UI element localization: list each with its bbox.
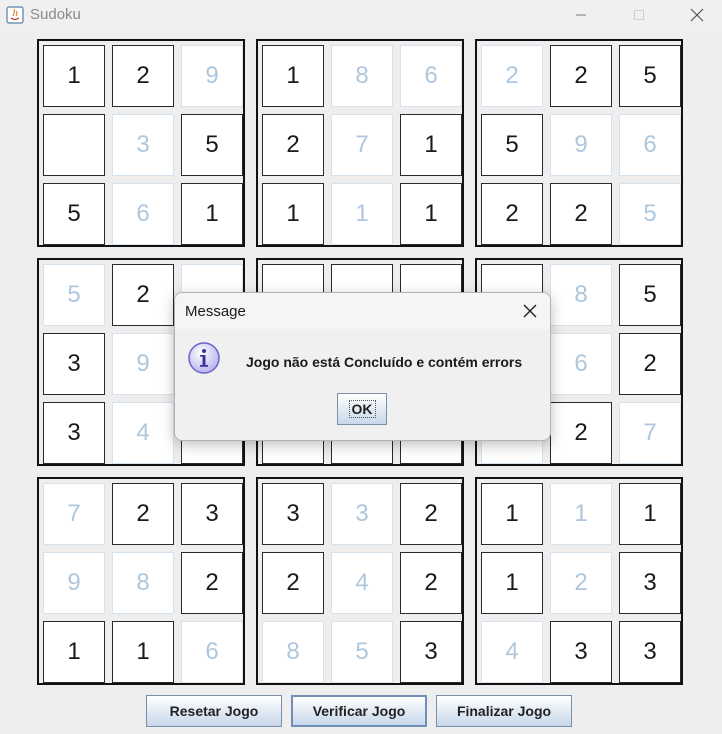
sudoku-cell[interactable]: 6 [112,183,174,245]
sudoku-cell[interactable]: 6 [619,114,681,176]
maximize-button[interactable] [616,0,662,30]
close-icon [690,8,704,22]
dialog-message: Jogo não está Concluído e contém errors [246,354,523,370]
action-bar: Resetar Jogo Verificar Jogo Finalizar Jo… [0,695,722,729]
sudoku-cell[interactable]: 5 [619,45,681,107]
sudoku-cell[interactable]: 2 [262,552,324,614]
sudoku-cell[interactable]: 1 [481,552,543,614]
sudoku-cell[interactable]: 5 [619,183,681,245]
sudoku-cell[interactable]: 2 [400,483,462,545]
sudoku-cell[interactable]: 3 [619,552,681,614]
sudoku-cell[interactable]: 7 [43,483,105,545]
sudoku-cell[interactable]: 3 [43,402,105,464]
ok-button-label: OK [348,400,376,418]
sudoku-cell[interactable]: 1 [550,483,612,545]
sudoku-cell[interactable]: 2 [550,402,612,464]
sudoku-cell[interactable]: 1 [43,45,105,107]
sudoku-cell[interactable]: 9 [43,552,105,614]
sudoku-box: 723982116 [37,477,245,685]
sudoku-cell[interactable]: 9 [550,114,612,176]
sudoku-cell[interactable]: 1 [112,621,174,683]
sudoku-cell[interactable]: 2 [112,264,174,326]
sudoku-cell[interactable]: 2 [262,114,324,176]
sudoku-cell[interactable]: 2 [112,483,174,545]
sudoku-box: 225596225 [475,39,683,247]
sudoku-cell[interactable]: 2 [550,183,612,245]
sudoku-cell[interactable]: 4 [481,621,543,683]
sudoku-cell[interactable]: 1 [181,183,243,245]
ok-button[interactable]: OK [337,393,387,425]
info-icon [188,342,220,374]
sudoku-cell[interactable]: 3 [331,483,393,545]
sudoku-cell[interactable]: 6 [400,45,462,107]
sudoku-box: 12935561 [37,39,245,247]
sudoku-cell[interactable]: 2 [619,333,681,395]
sudoku-cell[interactable]: 3 [262,483,324,545]
sudoku-cell[interactable]: 1 [481,483,543,545]
maximize-icon [634,10,644,20]
sudoku-cell[interactable]: 2 [481,183,543,245]
sudoku-box: 332242853 [256,477,464,685]
sudoku-cell[interactable] [43,114,105,176]
sudoku-cell[interactable]: 1 [619,483,681,545]
dialog-title-bar: Message [175,293,550,329]
sudoku-box: 111123433 [475,477,683,685]
sudoku-cell[interactable]: 8 [112,552,174,614]
sudoku-cell[interactable]: 1 [262,183,324,245]
sudoku-cell[interactable]: 2 [550,552,612,614]
sudoku-cell[interactable]: 8 [331,45,393,107]
sudoku-cell[interactable]: 9 [181,45,243,107]
sudoku-cell[interactable]: 5 [481,114,543,176]
sudoku-cell[interactable]: 8 [262,621,324,683]
sudoku-cell[interactable]: 1 [262,45,324,107]
sudoku-cell[interactable]: 3 [181,483,243,545]
sudoku-cell[interactable]: 4 [331,552,393,614]
minimize-button[interactable] [558,0,604,30]
sudoku-cell[interactable]: 1 [331,183,393,245]
sudoku-cell[interactable]: 2 [550,45,612,107]
sudoku-cell[interactable]: 5 [181,114,243,176]
finish-game-button[interactable]: Finalizar Jogo [436,695,572,727]
sudoku-cell[interactable]: 5 [43,264,105,326]
sudoku-cell[interactable]: 2 [181,552,243,614]
sudoku-cell[interactable]: 1 [400,114,462,176]
sudoku-cell[interactable]: 5 [43,183,105,245]
sudoku-cell[interactable]: 5 [331,621,393,683]
sudoku-cell[interactable]: 8 [550,264,612,326]
sudoku-cell[interactable]: 2 [112,45,174,107]
dialog-title: Message [185,303,246,320]
message-dialog: Message Jogo não está Concluído e contém… [174,292,551,441]
sudoku-cell[interactable]: 7 [619,402,681,464]
sudoku-cell[interactable]: 6 [550,333,612,395]
sudoku-cell[interactable]: 1 [43,621,105,683]
dialog-close-icon[interactable] [520,301,540,321]
sudoku-cell[interactable]: 2 [400,552,462,614]
sudoku-cell[interactable]: 3 [112,114,174,176]
window-close-button[interactable] [674,0,720,30]
sudoku-cell[interactable]: 2 [481,45,543,107]
title-bar: Sudoku [0,0,722,30]
sudoku-cell[interactable]: 3 [43,333,105,395]
sudoku-cell[interactable]: 1 [400,183,462,245]
window-title: Sudoku [30,6,81,23]
reset-game-button[interactable]: Resetar Jogo [146,695,282,727]
sudoku-cell[interactable]: 4 [112,402,174,464]
java-app-icon [6,6,24,24]
sudoku-cell[interactable]: 7 [331,114,393,176]
verify-game-button[interactable]: Verificar Jogo [291,695,427,727]
sudoku-box: 186271111 [256,39,464,247]
minimize-icon [576,14,586,16]
sudoku-cell[interactable]: 9 [112,333,174,395]
sudoku-cell[interactable]: 3 [400,621,462,683]
sudoku-cell[interactable]: 6 [181,621,243,683]
sudoku-cell[interactable]: 3 [619,621,681,683]
sudoku-cell[interactable]: 5 [619,264,681,326]
sudoku-cell[interactable]: 3 [550,621,612,683]
